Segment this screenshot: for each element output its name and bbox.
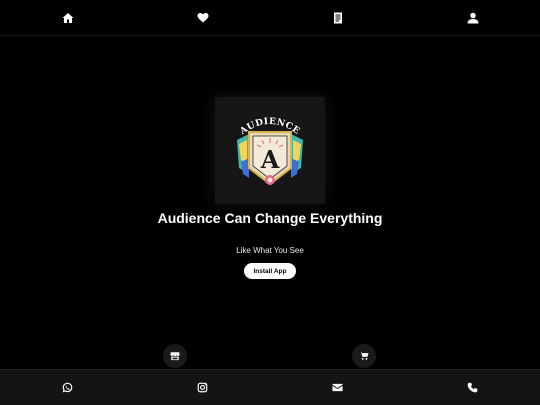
logo-letter: A [260,145,280,174]
hero-subtitle: Like What You See [236,246,304,255]
app-logo-card: AUDIENCE A [215,97,325,204]
heart-icon [197,12,208,22]
store-button[interactable] [163,344,187,368]
profile-button[interactable] [461,6,485,30]
hero-title: Audience Can Change Everything [157,210,383,226]
user-icon [467,12,478,23]
phone-icon [467,382,478,393]
favorites-button[interactable] [191,6,215,30]
audience-logo: AUDIENCE A [237,116,303,185]
store-icon [170,352,180,361]
instagram-button[interactable] [191,376,215,400]
instagram-icon [197,382,208,393]
envelope-icon [332,383,343,392]
email-button[interactable] [326,376,350,400]
phone-button[interactable] [461,376,485,400]
document-icon [333,12,342,23]
install-app-button[interactable]: Install App [244,263,296,279]
home-icon [62,12,73,23]
contact-bar [0,369,540,405]
whatsapp-button[interactable] [56,376,80,400]
top-navigation [0,0,540,36]
home-button[interactable] [56,6,80,30]
cart-button[interactable] [352,344,376,368]
whatsapp-icon [62,382,73,393]
cart-icon [359,351,369,360]
documents-button[interactable] [326,6,350,30]
